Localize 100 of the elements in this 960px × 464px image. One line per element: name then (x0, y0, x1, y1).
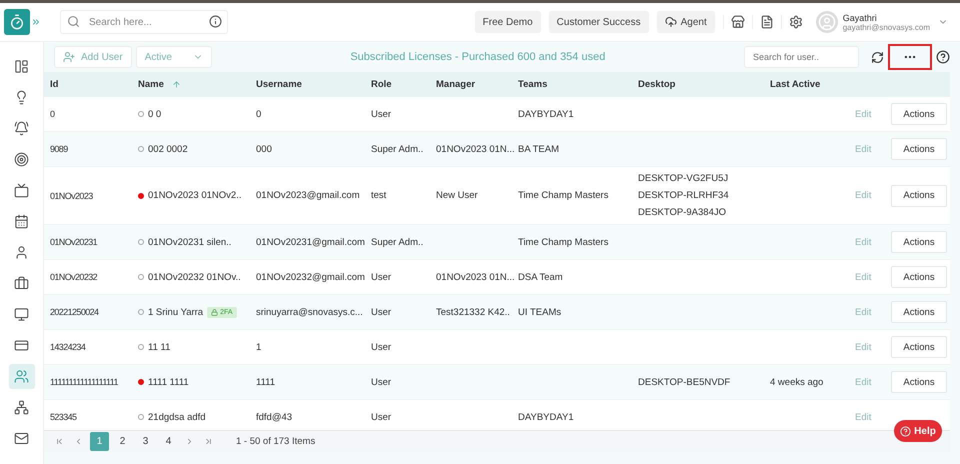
user-email: gayathri@snovasys.com (842, 22, 930, 32)
table-cell-text: User (370, 108, 392, 120)
calendar-icon (14, 214, 29, 229)
column-header[interactable]: Last Active (770, 79, 820, 90)
user-name-cell: 002 0002 (148, 144, 188, 154)
table-cell-text: 01NOv2023 01N... (435, 144, 512, 154)
table-cell-text: 4 weeks ago (769, 376, 824, 388)
mail-icon (14, 431, 29, 446)
actions-button[interactable]: Actions (891, 103, 947, 125)
table-cell-text: Time Champ Masters (517, 190, 610, 201)
table-cell-text: 01NOv20232@gmail.com (255, 272, 365, 282)
help-button[interactable]: Help (894, 420, 942, 442)
user-name-cell: 11 11 (148, 342, 170, 352)
document-icon[interactable] (760, 15, 774, 29)
table-cell-text: Super Adm.. (370, 236, 424, 248)
table-cell-text: 01NOv20232 (49, 272, 98, 282)
actions-button[interactable]: Actions (891, 184, 947, 206)
settings-icon[interactable] (788, 15, 803, 29)
desktop-name: DESKTOP-BE5NVDF (638, 376, 732, 388)
more-button[interactable] (888, 44, 932, 70)
table-cell-text: fdfd@43 (255, 412, 294, 422)
user-name-cell: 21dgdsa adfd (148, 412, 206, 422)
actions-button[interactable]: Actions (891, 231, 947, 253)
user-name-cell: 01NOv20232 01NOv.. (148, 272, 241, 282)
help-icon (900, 426, 912, 436)
column-header[interactable]: Name (138, 79, 164, 90)
info-icon (209, 15, 222, 28)
table-cell-text: 01NOv20231 (49, 237, 98, 247)
license-summary: Subscribed Licenses - Purchased 600 and 354 used (349, 51, 606, 63)
user-search-field[interactable]: Search for user.. (744, 46, 859, 68)
actions-button[interactable]: Actions (891, 138, 947, 160)
table-cell-text: BA TEAM (517, 144, 560, 154)
next-page-icon[interactable] (185, 437, 194, 446)
top-button[interactable]: Agent (656, 11, 715, 33)
user-name-cell: 01NOv20231 silen.. (148, 236, 232, 248)
table-cell-text: 9089 (49, 144, 69, 154)
actions-button[interactable]: Actions (891, 266, 947, 288)
first-page-icon[interactable] (55, 437, 64, 446)
table-cell-text: DAYBYDAY1 (517, 108, 575, 120)
table-cell-text: New User (435, 190, 479, 201)
table-cell-text: 1111 (255, 376, 276, 388)
column-header[interactable]: Desktop (638, 79, 676, 90)
table-cell-text: 01NOv2023 01N... (435, 272, 512, 282)
last-page-icon[interactable] (204, 437, 213, 446)
users-icon (14, 369, 29, 384)
refresh-icon[interactable] (871, 50, 884, 64)
table-cell-text: 14324234 (49, 342, 87, 352)
table-cell-text: 01NOv20231@gmail.com (255, 236, 365, 248)
actions-button[interactable]: Actions (891, 336, 947, 358)
table-cell-text: User (370, 306, 392, 318)
table-cell-text: DAYBYDAY1 (517, 412, 575, 422)
table-cell-text: User (370, 342, 392, 352)
briefcase-icon (14, 276, 29, 291)
table-cell-text: DSA Team (517, 272, 564, 282)
user-name: Gayathri (842, 12, 877, 22)
user-name-cell: 1 Srinu Yarra (148, 306, 204, 318)
table-cell-text: Super Adm.. (370, 144, 424, 154)
target-icon (14, 152, 29, 167)
table-cell-text: User (370, 412, 392, 422)
lock-icon (211, 308, 218, 316)
search-field[interactable]: Search here... (60, 10, 228, 34)
column-header[interactable]: Teams (518, 79, 548, 90)
table-cell-text: Test321332 K42.. (435, 306, 511, 318)
column-header[interactable]: Username (256, 79, 302, 90)
table-cell-text: 1 (255, 342, 262, 352)
tv-icon (14, 183, 29, 198)
expand-icon[interactable] (30, 17, 40, 27)
store-icon[interactable] (730, 15, 745, 29)
table-cell-text: 20221250024 (49, 307, 100, 317)
page-button[interactable]: 4 (159, 432, 178, 451)
column-header[interactable]: Role (371, 79, 392, 90)
page-button[interactable]: 2 (113, 432, 132, 451)
user-name-cell: 1111 1111 (148, 376, 189, 388)
actions-button[interactable]: Actions (891, 301, 947, 323)
user-plus-icon (63, 51, 75, 63)
help-icon[interactable] (936, 50, 950, 64)
desktop-name: DESKTOP-VG2FU5J (638, 173, 730, 184)
table-cell-text: User (370, 376, 392, 388)
user-name-cell: 01NOv2023 01NOv2.. (148, 190, 242, 201)
column-header[interactable]: Id (50, 79, 58, 90)
table-cell-text: UI TEAMs (517, 306, 562, 318)
search-icon (67, 15, 80, 28)
table-cell-text: 0 (255, 108, 262, 120)
hierarchy-icon (14, 400, 29, 415)
monitor-icon (14, 307, 29, 322)
logo-icon[interactable] (4, 9, 30, 35)
column-header[interactable]: Manager (436, 79, 476, 90)
desktop-name: DESKTOP-RLRHF34 (638, 190, 730, 201)
user-name-cell: 0 0 (148, 108, 162, 120)
page-button[interactable]: 3 (136, 432, 155, 451)
table-cell-text: 01NOv2023@gmail.com (255, 190, 361, 201)
previous-page-icon[interactable] (74, 437, 83, 446)
cloud-upload-icon (664, 16, 677, 28)
sort-icon (172, 80, 181, 89)
table-cell-text: 523345 (49, 412, 78, 422)
bell-icon (14, 121, 29, 136)
table-cell-text: 01NOv2023 (49, 190, 94, 200)
top-button[interactable]: Free Demo (474, 11, 541, 33)
top-button[interactable]: Customer Success (548, 11, 649, 33)
actions-button[interactable]: Actions (891, 371, 947, 393)
